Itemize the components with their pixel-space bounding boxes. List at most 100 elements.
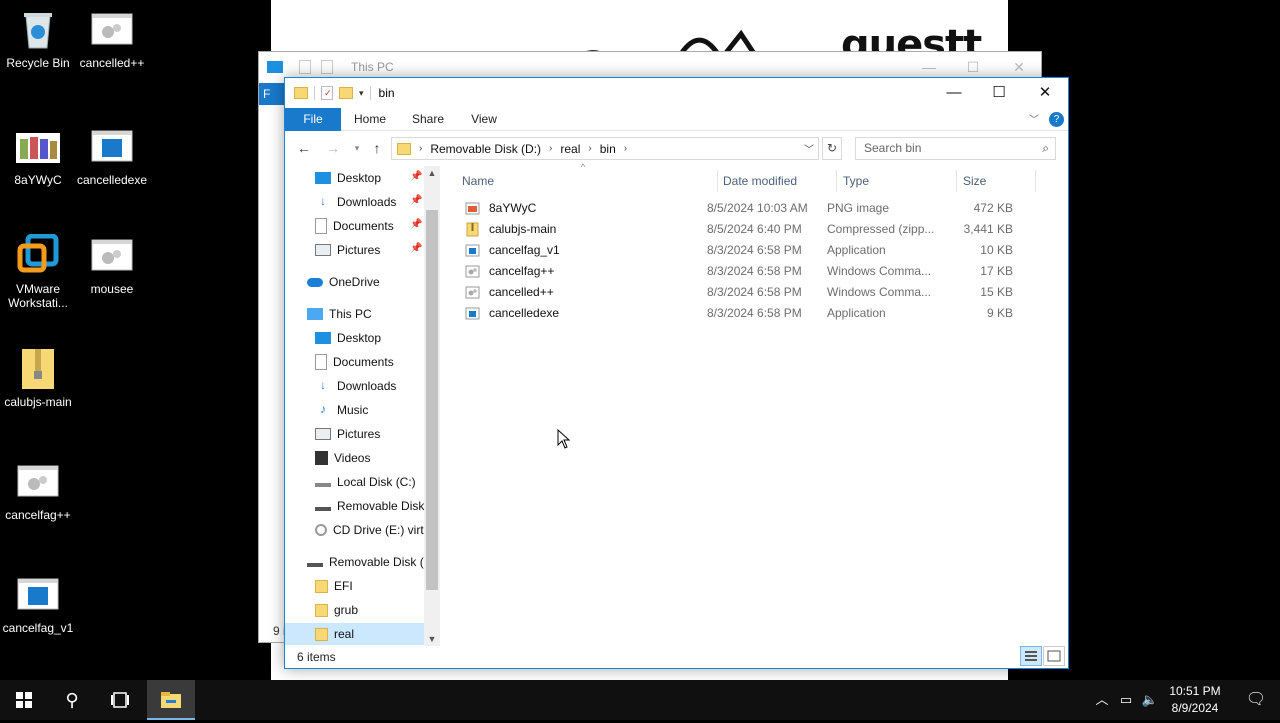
- chevron-right-icon[interactable]: ›: [588, 143, 591, 154]
- desktop-icon-cancelfag-v1[interactable]: cancelfag_v1: [0, 573, 76, 635]
- up-arrow-icon[interactable]: ↑: [367, 139, 387, 157]
- breadcrumb-real[interactable]: real: [560, 142, 580, 156]
- nav-item-music[interactable]: ♪ Music: [315, 399, 368, 421]
- nav-item-documents-pinned[interactable]: Documents 📌: [315, 215, 422, 237]
- ribbon-expand-icon[interactable]: ﹀: [1029, 111, 1039, 126]
- tab-view[interactable]: View: [459, 108, 509, 131]
- column-header-type[interactable]: Type: [843, 170, 869, 192]
- file-row-cancelledexe[interactable]: cancelledexe 8/3/2024 6:58 PM Applicatio…: [459, 303, 1039, 324]
- column-divider[interactable]: [717, 170, 718, 192]
- column-header-date-modified[interactable]: Date modified: [723, 170, 797, 192]
- volume-muted-icon[interactable]: 🔈: [1138, 680, 1162, 720]
- nav-item-efi[interactable]: EFI: [315, 575, 353, 597]
- breadcrumb-bin[interactable]: bin: [600, 142, 616, 156]
- nav-item-removable-disk-d[interactable]: Removable Disk (D: [307, 551, 432, 573]
- tab-file[interactable]: File: [285, 108, 341, 131]
- nav-item-documents[interactable]: Documents: [315, 351, 394, 373]
- nav-item-pictures[interactable]: Pictures: [315, 423, 380, 445]
- file-row-cancelfag-plus[interactable]: cancelfag++ 8/3/2024 6:58 PM Windows Com…: [459, 261, 1039, 282]
- breadcrumb-removable-disk[interactable]: Removable Disk (D:): [430, 142, 541, 156]
- tab-share[interactable]: Share: [403, 108, 453, 131]
- desktop-icon-vmware[interactable]: VMware Workstati...: [0, 233, 76, 310]
- chevron-right-icon[interactable]: ›: [549, 143, 552, 154]
- refresh-button[interactable]: ↻: [822, 137, 842, 160]
- music-icon: ♪: [320, 402, 326, 416]
- pin-icon[interactable]: 📌: [410, 171, 422, 182]
- network-icon[interactable]: ▭: [1114, 680, 1138, 720]
- desktop-icon-cancelled[interactable]: cancelled++: [74, 8, 150, 70]
- nav-item-onedrive[interactable]: OneDrive: [307, 271, 380, 293]
- file-row-cancelfag-v1[interactable]: cancelfag_v1 8/3/2024 6:58 PM Applicatio…: [459, 240, 1039, 261]
- file-row-cancelled-plus[interactable]: cancelled++ 8/3/2024 6:58 PM Windows Com…: [459, 282, 1039, 303]
- nav-item-local-disk-c[interactable]: Local Disk (C:): [315, 471, 416, 493]
- nav-item-downloads-pinned[interactable]: ↓ Downloads 📌: [315, 191, 422, 213]
- action-center-button[interactable]: 🗨: [1232, 680, 1280, 720]
- scrollbar-thumb[interactable]: [426, 210, 438, 590]
- back-close-button[interactable]: ✕: [997, 56, 1041, 78]
- file-row-calubjs-main[interactable]: calubjs-main 8/5/2024 6:40 PM Compressed…: [459, 219, 1039, 240]
- nav-item-pictures-pinned[interactable]: Pictures 📌: [315, 239, 422, 261]
- address-bar[interactable]: › Removable Disk (D:) › real › bin › ﹀: [391, 137, 819, 160]
- back-arrow-icon[interactable]: ←: [294, 139, 314, 157]
- chevron-right-icon[interactable]: ›: [419, 143, 422, 154]
- column-divider[interactable]: [1035, 170, 1036, 192]
- minimize-button[interactable]: —: [931, 78, 977, 107]
- nav-item-desktop[interactable]: Desktop: [315, 327, 381, 349]
- large-icons-view-button[interactable]: [1043, 646, 1065, 666]
- nav-item-videos[interactable]: Videos: [315, 447, 370, 469]
- task-view-button[interactable]: [96, 680, 144, 720]
- system-clock[interactable]: 10:51 PM 8/9/2024: [1162, 683, 1228, 717]
- nav-item-cd-drive-e[interactable]: CD Drive (E:) virt: [315, 519, 424, 541]
- documents-icon: [315, 354, 327, 370]
- address-dropdown-icon[interactable]: ﹀: [804, 141, 814, 156]
- properties-icon[interactable]: ✓: [321, 86, 333, 100]
- desktop-icon-cancelfag-plus[interactable]: cancelfag++: [0, 460, 76, 522]
- back-maximize-button[interactable]: ☐: [951, 56, 995, 78]
- pin-icon[interactable]: 📌: [410, 219, 422, 230]
- show-hidden-icons-button[interactable]: ︿: [1090, 680, 1114, 720]
- new-folder-icon[interactable]: [339, 87, 353, 99]
- pin-icon[interactable]: 📌: [410, 243, 422, 254]
- nav-item-desktop-pinned[interactable]: Desktop 📌: [315, 167, 422, 189]
- scroll-up-icon[interactable]: ▲: [424, 168, 440, 178]
- pin-icon[interactable]: 📌: [410, 195, 422, 206]
- nav-item-this-pc[interactable]: This PC: [307, 303, 372, 325]
- desktop-icon-cancelledexe[interactable]: cancelledexe: [74, 125, 150, 187]
- taskbar-file-explorer[interactable]: [147, 680, 195, 720]
- recent-locations-icon[interactable]: ▾: [347, 139, 367, 157]
- back-minimize-button[interactable]: —: [907, 56, 951, 78]
- column-divider[interactable]: [836, 170, 837, 192]
- desktop-icon-8aywyc[interactable]: 8aYWyC: [0, 125, 76, 187]
- navigation-pane[interactable]: Desktop 📌 ↓ Downloads 📌 Documents 📌 Pictures…: [285, 166, 440, 646]
- tab-home[interactable]: Home: [345, 108, 395, 131]
- search-input[interactable]: Search bin ⌕: [855, 137, 1056, 160]
- start-button[interactable]: [0, 680, 48, 720]
- column-divider[interactable]: [956, 170, 957, 192]
- nav-item-removable-disk[interactable]: Removable Disk: [315, 495, 424, 517]
- explorer-window-bin[interactable]: ✓ ▾ bin — ☐ ✕ File Home Share View ﹀ ? ←…: [284, 77, 1069, 669]
- desktop-icon-calubjs-main[interactable]: calubjs-main: [0, 347, 76, 409]
- scroll-down-icon[interactable]: ▼: [424, 634, 440, 644]
- column-header-name[interactable]: Name: [462, 170, 494, 192]
- chevron-down-icon[interactable]: ▾: [359, 88, 364, 99]
- computer-icon: [307, 308, 323, 320]
- desktop-icon-recycle-bin[interactable]: Recycle Bin: [0, 8, 76, 70]
- search-button[interactable]: ⚲: [48, 680, 96, 720]
- file-row-8aywyc[interactable]: 8aYWyC 8/5/2024 10:03 AM PNG image 472 K…: [459, 198, 1039, 219]
- back-file-tab[interactable]: F: [259, 83, 285, 105]
- help-icon[interactable]: ?: [1049, 112, 1064, 127]
- forward-arrow-icon[interactable]: →: [323, 139, 343, 157]
- file-list[interactable]: ^ Name Date modified Type Size 8aYWyC 8/…: [453, 162, 1059, 646]
- details-view-button[interactable]: [1020, 646, 1042, 666]
- chevron-right-icon[interactable]: ›: [624, 143, 627, 154]
- maximize-button[interactable]: ☐: [976, 78, 1022, 107]
- close-button[interactable]: ✕: [1022, 78, 1068, 107]
- nav-scrollbar[interactable]: ▲ ▼: [424, 166, 440, 646]
- ribbon: File Home Share View ﹀ ?: [285, 108, 1068, 131]
- cmd-file-icon: [90, 234, 134, 278]
- nav-item-downloads[interactable]: ↓ Downloads: [315, 375, 396, 397]
- nav-item-real[interactable]: real: [285, 623, 424, 645]
- column-header-size[interactable]: Size: [963, 170, 986, 192]
- desktop-icon-mousee[interactable]: mousee: [74, 234, 150, 296]
- nav-item-grub[interactable]: grub: [315, 599, 358, 621]
